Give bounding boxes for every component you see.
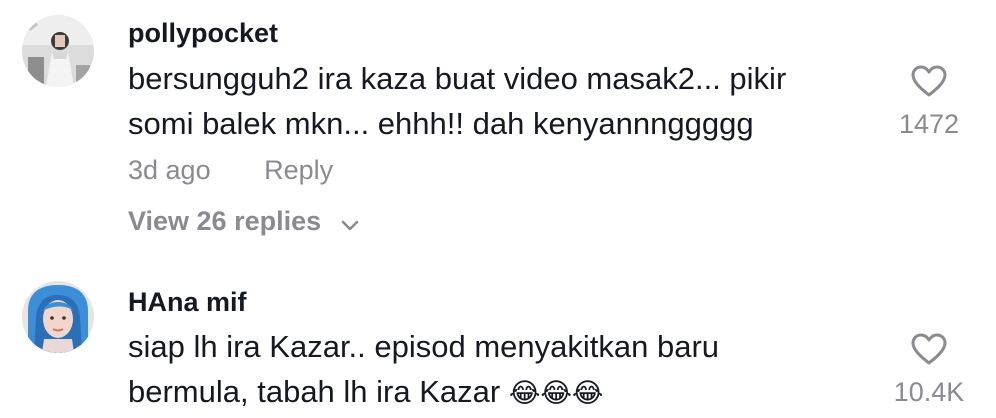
user-avatar[interactable] (22, 281, 94, 353)
comment-username[interactable]: HAna mif (128, 286, 247, 318)
heart-outline-icon (911, 333, 947, 365)
comment-text: bersungguh2 ira kaza buat video masak2..… (128, 56, 828, 146)
comment-text: siap lh ira Kazar.. episod menyakitkan b… (128, 324, 828, 416)
comment-item: HAna mif siap lh ira Kazar.. episod meny… (0, 270, 996, 418)
laughing-emoji-icon: 😂😂😂 (508, 378, 604, 409)
comment-line: somi balek mkn... ehhh!! dah kenyannnggg… (128, 106, 754, 141)
like-button[interactable]: 10.4K (884, 332, 974, 408)
like-count: 10.4K (893, 377, 965, 407)
reply-button[interactable]: Reply (264, 154, 333, 186)
comment-line: bersungguh2 ira kaza buat video masak2..… (128, 61, 787, 96)
avatar-photo (22, 281, 94, 353)
like-button[interactable]: 1472 (884, 64, 974, 140)
user-avatar[interactable] (22, 15, 94, 87)
comment-username[interactable]: pollypocket (128, 17, 278, 49)
chevron-down-icon (341, 207, 359, 239)
comment-line: bermula, tabah lh ira Kazar 😂😂😂 (128, 369, 828, 416)
avatar-photo (22, 15, 94, 87)
like-count: 1472 (898, 109, 960, 139)
heart-outline-icon (911, 65, 947, 97)
comment-timestamp: 3d ago (128, 155, 211, 185)
view-replies-button[interactable]: View 26 replies (128, 205, 359, 239)
comment-line-text: bermula, tabah lh ira Kazar (128, 374, 509, 409)
comment-line: siap lh ira Kazar.. episod menyakitkan b… (128, 329, 720, 364)
view-replies-label: View 26 replies (128, 206, 322, 236)
comment-item: pollypocket bersungguh2 ira kaza buat vi… (0, 0, 996, 260)
comment-meta: 3d ago Reply (128, 154, 333, 186)
